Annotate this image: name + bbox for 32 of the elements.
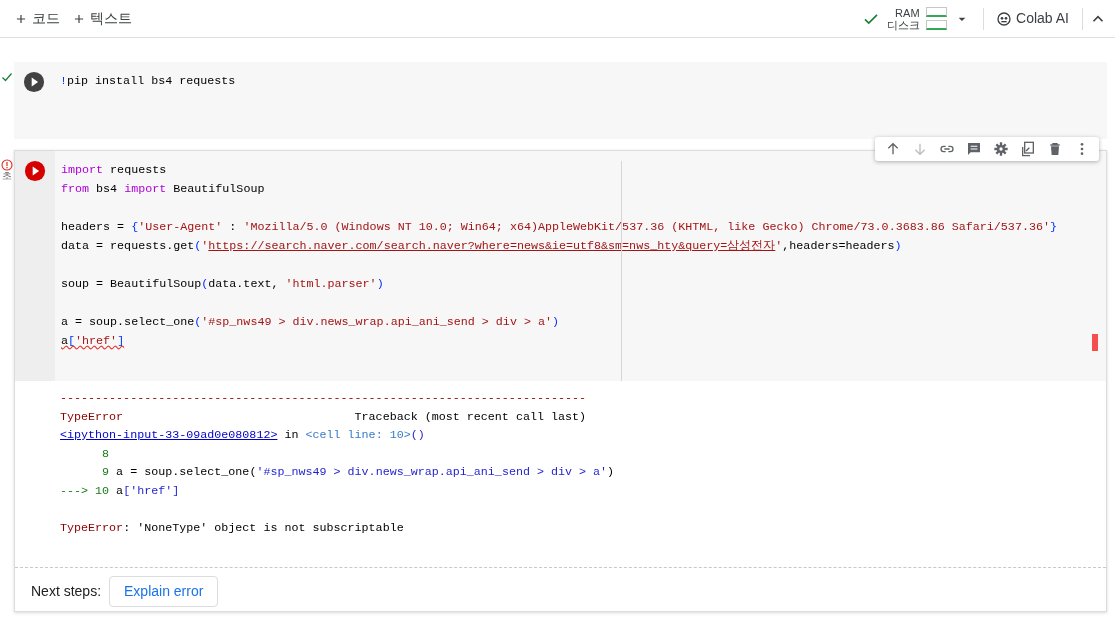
output-line: --------------------------------------------------------------------------- (60, 390, 587, 407)
ram-label: RAM (894, 6, 920, 19)
add-button[interactable]: 텍스트 (66, 4, 138, 33)
output-line: TypeError: 'NoneType' object is not subscriptable (60, 519, 404, 537)
output-line: TypeError Traceback (most recent call last) (60, 408, 587, 426)
code-line: data = requests.get('https://search.naver.com/search.naver?where=news&ie=utf8&sm=nws_hty&query=삼성전자',headers=headers) (61, 238, 902, 255)
code-line: !pip install bs4 requests (60, 73, 236, 90)
explain-error-button[interactable]: Explain error (109, 576, 219, 607)
mirror-icon[interactable] (1019, 141, 1036, 157)
code-line: a['href'] (61, 333, 125, 350)
code-line: a = soup.select_one('#sp_nws49 > div.news_wrap.api_ani_send > div > a') (61, 314, 559, 331)
add-button[interactable]: 코드 (8, 4, 66, 33)
code-line: from bs4 import BeautifulSoup (61, 181, 265, 198)
error-marker (1092, 334, 1098, 351)
comment-icon[interactable] (965, 141, 982, 157)
output-line: ---> 10 a['href'] (60, 482, 180, 500)
robot-face-icon (996, 10, 1013, 27)
output-line: 8 (101, 445, 110, 463)
run-button-icon[interactable] (23, 71, 45, 93)
disk-label: 디스크 (886, 18, 920, 31)
code-line: soup = BeautifulSoup(data.text, 'html.parser') (61, 276, 384, 293)
ram-graph (926, 6, 948, 17)
colab-ai-button[interactable]: Colab AI (990, 4, 1075, 33)
code-line: headers = {'User-Agent' : 'Mozilla/5.0 (Windows NT 10.0; Win64; x64)AppleWebKit/537.36 (KHTML, like Gecko) Chrome/73.0.3683.86 Safari/537.36'} (61, 219, 1057, 236)
elapsed-time: 초 (1, 171, 13, 181)
output-line: 9 a = soup.select_one('#sp_nws49 > div.news_wrap.api_ani_send > div > a') (101, 464, 615, 481)
output-line: <ipython-input-33-09ad0e080812> in <cell line: 10>() (60, 427, 425, 444)
next-steps-label: Next steps: (31, 582, 102, 601)
code-line: import requests (61, 162, 167, 179)
settings-icon[interactable] (992, 141, 1009, 157)
run-button-icon[interactable] (24, 160, 46, 182)
disk-graph (926, 20, 948, 31)
